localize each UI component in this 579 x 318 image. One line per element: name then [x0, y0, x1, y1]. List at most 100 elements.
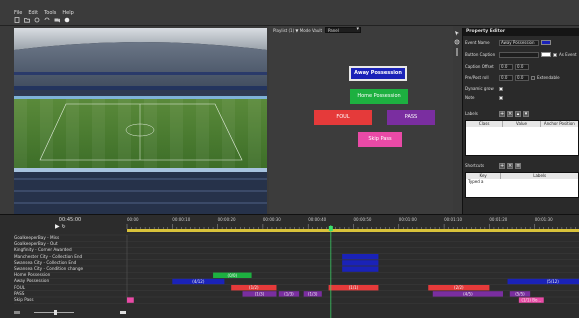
skip-pass-button[interactable]: Skip Pass [358, 132, 402, 147]
timeline-event-label: (0/0) [228, 273, 238, 278]
video-player[interactable] [14, 28, 267, 214]
record-icon[interactable] [64, 17, 70, 23]
remove-shortcut-button[interactable]: × [507, 162, 513, 169]
menu-help[interactable]: Help [62, 10, 73, 16]
caption-offset-y-field[interactable]: 0.0 [515, 63, 529, 70]
column-anchor-position[interactable]: Anchor Position [541, 121, 578, 127]
canvas-mode-label[interactable]: Playlist (1) ▼ Mode Vault [273, 28, 322, 33]
shortcuts-label: Shortcuts [465, 163, 485, 168]
caption-offset-row: Caption Offset 0.0 0.0 [465, 63, 529, 70]
move-label-up-button[interactable]: ▴ [515, 110, 521, 117]
event-name-row: Event Name Away Possession [465, 39, 551, 46]
event-color-swatch[interactable] [541, 40, 551, 45]
button-caption-field[interactable] [499, 51, 539, 58]
button-caption-label: Button Caption [465, 52, 496, 57]
ruler-scale-bar[interactable] [127, 229, 579, 232]
timeline-event-label: (1/1) [349, 285, 359, 290]
main-toolbar [14, 17, 70, 23]
timeline-event-label: (2/2) [454, 285, 464, 290]
timeline-event-label: (1/3) [255, 291, 265, 296]
event-name-field[interactable]: Away Possession [499, 39, 539, 46]
edit-shortcut-button[interactable]: ≡ [515, 162, 521, 169]
panel-select[interactable]: Panel [325, 27, 362, 33]
labels-table[interactable]: Class Value Anchor Position [465, 120, 579, 156]
dynamic-grow-row: Dynamic grow [465, 85, 503, 92]
button-caption-row: Button Caption As Event [465, 51, 577, 58]
timeline-event[interactable] [342, 266, 379, 272]
menu-edit[interactable]: Edit [28, 10, 38, 16]
event-name-label: Event Name [465, 40, 490, 45]
caption-offset-label: Caption Offset [465, 64, 494, 69]
zoom-slider-handle[interactable] [54, 310, 57, 315]
as-event-label: As Event [559, 52, 577, 57]
timeline-event-label: (5/5) [515, 291, 525, 296]
playhead-handle[interactable] [328, 226, 333, 231]
timeline-event-label: (5/12) [547, 279, 560, 284]
stadium-video-frame [14, 28, 267, 214]
timeline-event-label: (1/3) [308, 291, 318, 296]
code-window-canvas: Playlist (1) ▼ Mode Vault Panel Away Pos… [269, 26, 453, 214]
canvas-side-toolbar [453, 28, 461, 214]
timeline-event-label: (4/5) [463, 291, 473, 296]
pre-post-roll-label: Pre/Post roll [465, 75, 489, 80]
zoom-in-icon[interactable] [120, 311, 126, 314]
timeline-event[interactable] [507, 278, 579, 285]
vertical-slider-icon[interactable] [454, 48, 460, 56]
menu-bar: File Edit Tools Help [0, 0, 579, 26]
column-value[interactable]: Value [503, 121, 541, 127]
caption-offset-x-field[interactable]: 0.0 [499, 63, 513, 70]
note-label: Note [465, 95, 475, 100]
as-event-checkbox[interactable] [553, 52, 557, 57]
add-label-button[interactable]: + [499, 110, 505, 117]
pointer-icon[interactable] [454, 30, 460, 36]
remove-label-button[interactable]: × [507, 110, 513, 117]
foul-button[interactable]: FOUL [314, 110, 372, 125]
labels-row: Labels + × ▴ ▾ [465, 110, 529, 117]
property-editor-title: Property Editor [463, 28, 579, 36]
dynamic-grow-label: Dynamic grow [465, 86, 494, 91]
timeline-event[interactable] [342, 254, 379, 260]
timeline-event-label: (4/12) [192, 279, 205, 284]
new-file-icon[interactable] [14, 17, 20, 23]
sync-icon[interactable] [44, 17, 50, 23]
shortcuts-row: Shortcuts + × ≡ [465, 162, 521, 169]
pre-post-roll-row: Pre/Post roll 0.0 0.0 Extendable [465, 74, 560, 81]
timeline-zoom-controls [14, 309, 126, 315]
timeline-panel: 00:45:00 ▶ ↻ GoalkeeperBay - Miss Goalkee… [0, 214, 579, 318]
camera-icon[interactable] [54, 17, 60, 23]
note-row: Note [465, 94, 503, 101]
extendable-checkbox[interactable] [531, 75, 535, 80]
column-class[interactable]: Class [466, 121, 504, 127]
menu-tools[interactable]: Tools [44, 10, 56, 16]
extendable-label: Extendable [537, 75, 560, 80]
pass-button[interactable]: PASS [387, 110, 435, 125]
timeline-event-label: (1/3) [284, 291, 294, 296]
timeline-event-label: (1/1) Bo... [521, 298, 541, 303]
post-roll-field[interactable]: 0.0 [515, 74, 529, 81]
home-possession-button[interactable]: Home Possession [350, 89, 408, 104]
shortcuts-table[interactable]: Key Labels Typed a [465, 172, 579, 198]
settings-icon[interactable] [454, 39, 460, 45]
shortcut-labels-cell [501, 179, 578, 185]
timeline-event[interactable] [342, 260, 379, 266]
canvas-toolbar: Playlist (1) ▼ Mode Vault Panel [269, 26, 453, 34]
property-editor-panel: Property Editor Event Name Away Possessi… [462, 28, 579, 214]
note-checkbox[interactable] [499, 95, 503, 100]
labels-label: Labels [465, 111, 478, 116]
menu-list: File Edit Tools Help [14, 10, 74, 16]
shortcut-row[interactable]: Typed a [466, 179, 578, 185]
refresh-icon[interactable] [34, 17, 40, 23]
caption-color-swatch[interactable] [541, 52, 551, 57]
open-folder-icon[interactable] [24, 17, 30, 23]
pre-roll-field[interactable]: 0.0 [499, 74, 513, 81]
timeline-tracks[interactable]: (0/0) (4/12) (5/12) (1/2) (1/1) (2/2) (1/3) (1/… [0, 215, 579, 318]
timeline-event[interactable] [127, 297, 134, 303]
timeline-event-label: (1/2) [249, 285, 259, 290]
zoom-out-icon[interactable] [14, 311, 20, 314]
menu-file[interactable]: File [14, 10, 22, 16]
dynamic-grow-checkbox[interactable] [499, 86, 503, 91]
move-label-down-button[interactable]: ▾ [523, 110, 529, 117]
shortcut-key-cell: Typed a [468, 179, 484, 184]
add-shortcut-button[interactable]: + [499, 162, 505, 169]
away-possession-button[interactable]: Away Possession [349, 66, 407, 81]
